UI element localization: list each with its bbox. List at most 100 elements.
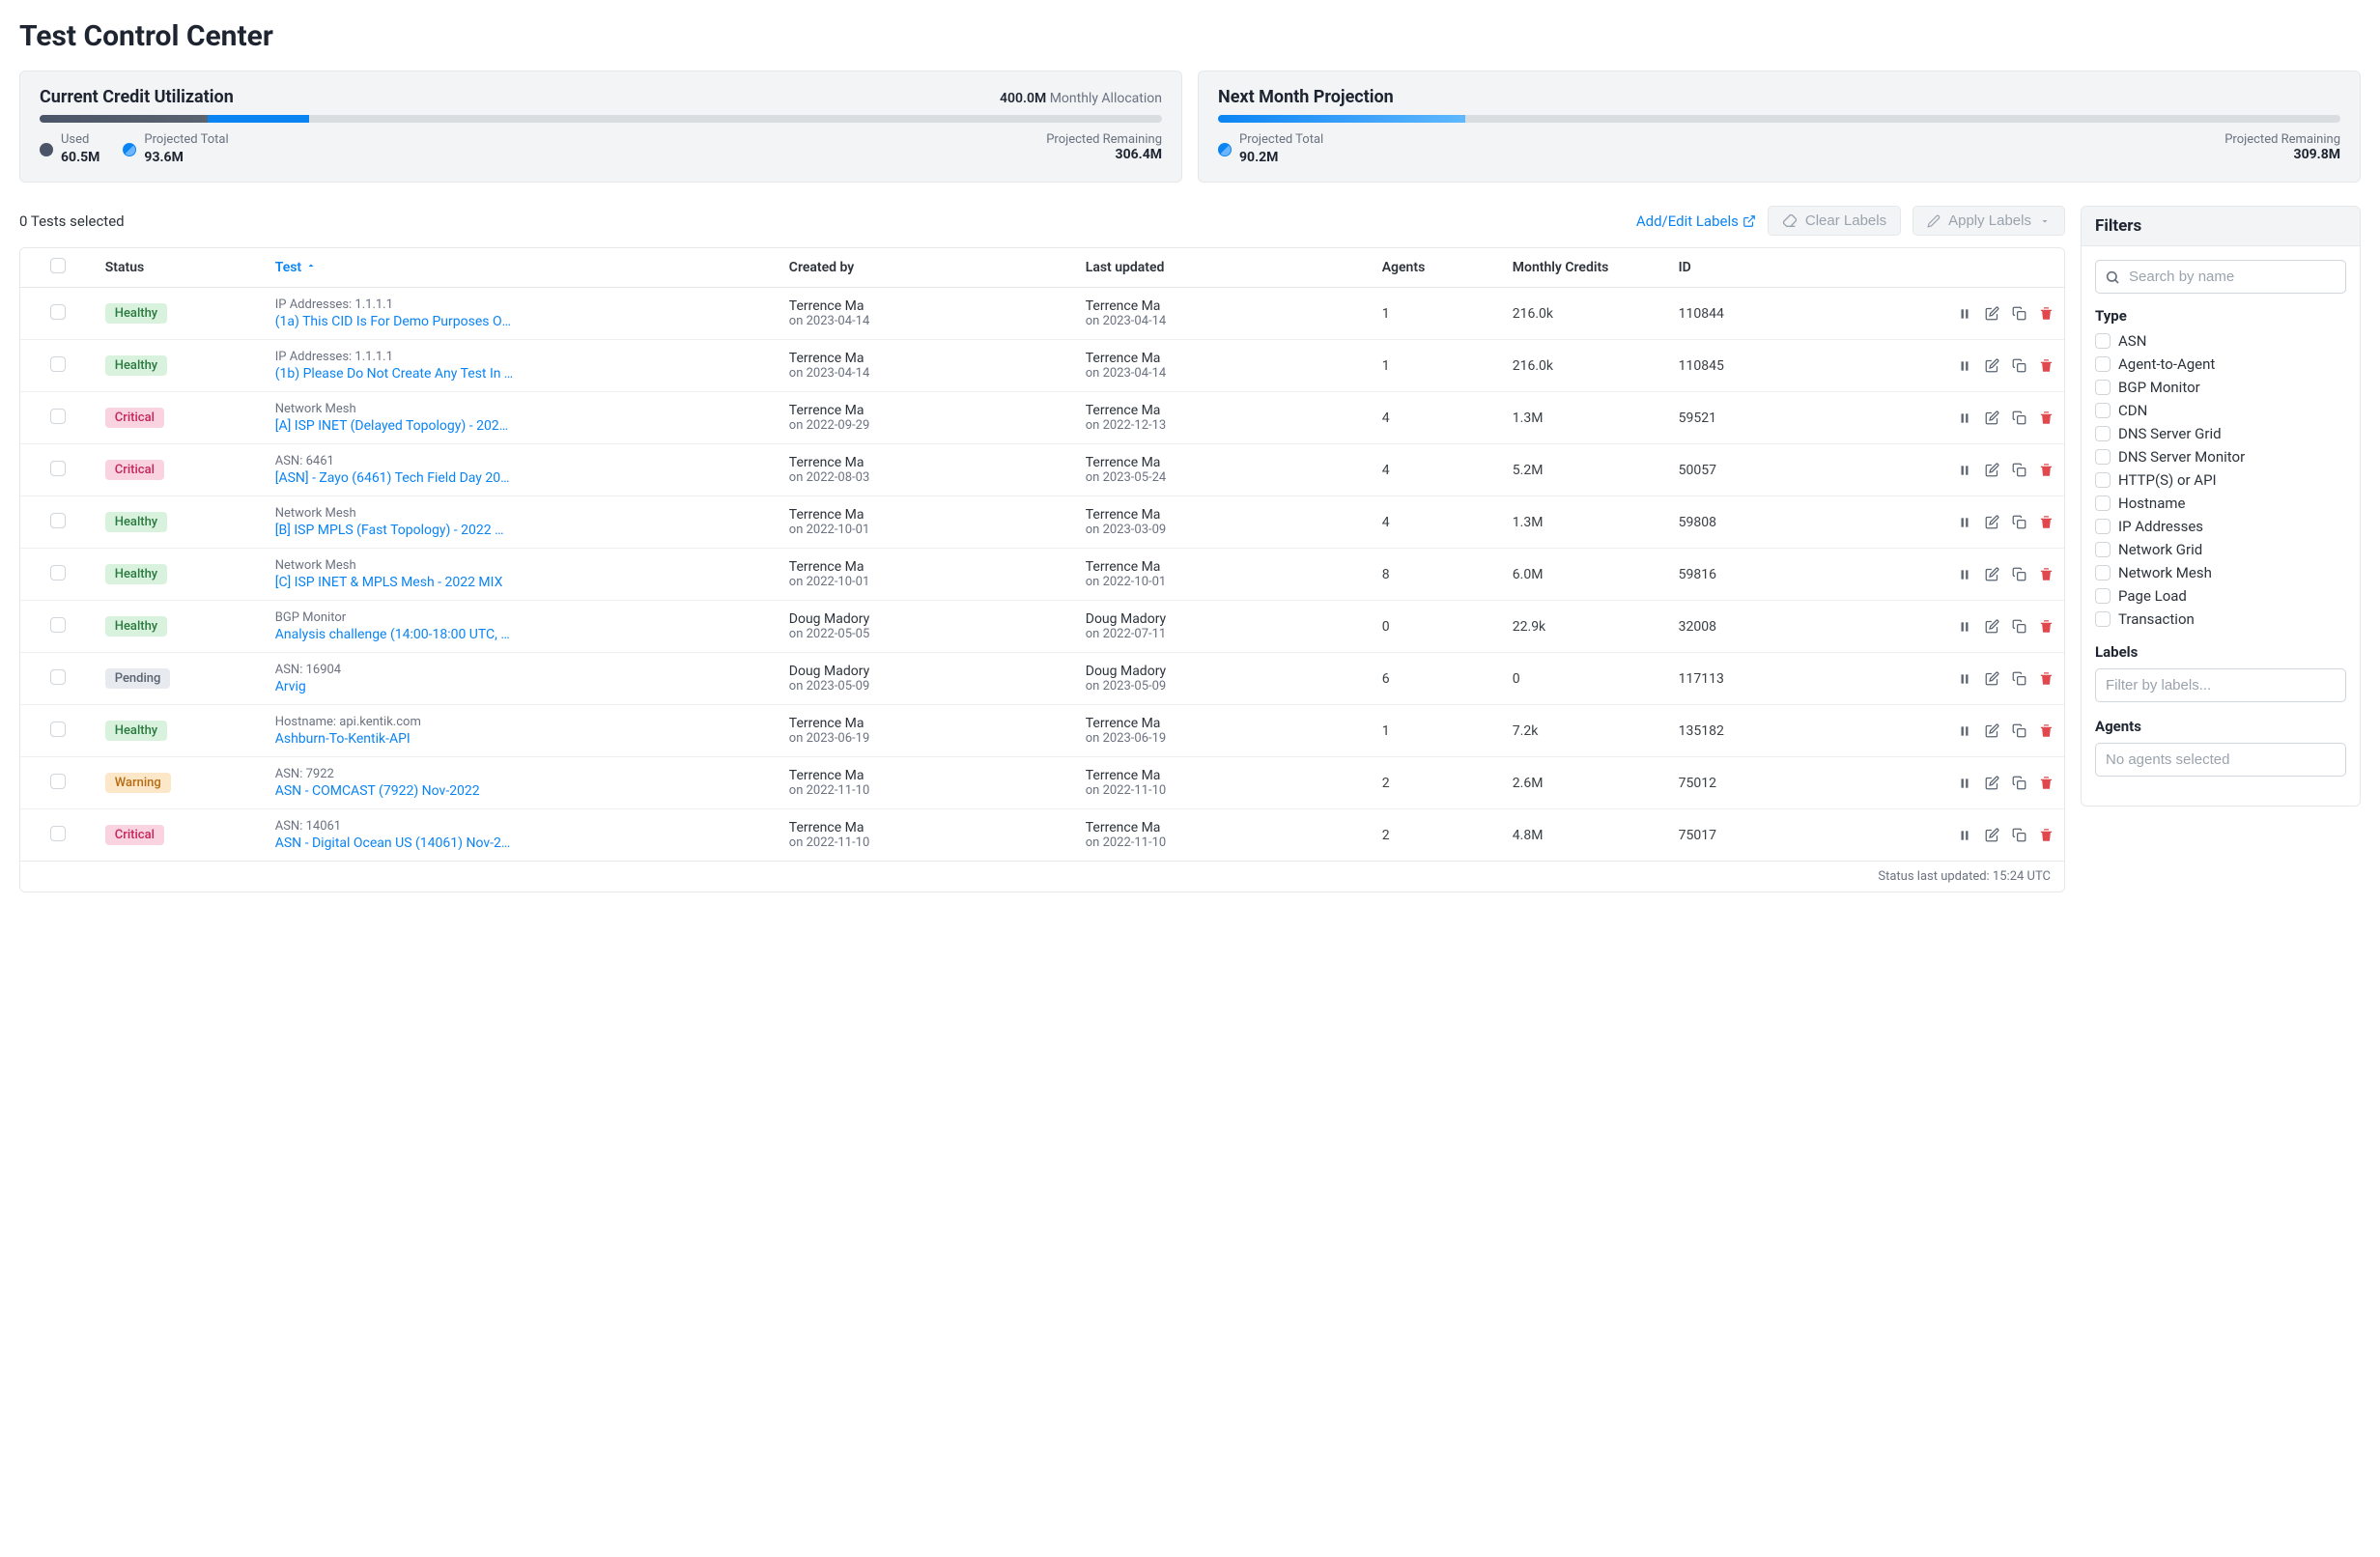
search-input[interactable] — [2095, 260, 2346, 294]
filter-checkbox[interactable] — [2095, 472, 2111, 488]
pause-icon[interactable] — [1956, 670, 1973, 688]
row-checkbox[interactable] — [50, 669, 66, 685]
filter-type-item[interactable]: BGP Monitor — [2095, 379, 2346, 396]
pause-icon[interactable] — [1956, 410, 1973, 427]
col-id[interactable]: ID — [1669, 248, 1828, 288]
edit-icon[interactable] — [1983, 618, 2000, 636]
filter-type-item[interactable]: IP Addresses — [2095, 518, 2346, 535]
copy-icon[interactable] — [2010, 410, 2027, 427]
test-link[interactable]: (1a) This CID Is For Demo Purposes Only — [275, 314, 515, 329]
filter-checkbox[interactable] — [2095, 449, 2111, 465]
test-link[interactable]: [ASN] - Zayo (6461) Tech Field Day 2022.… — [275, 470, 515, 486]
edit-icon[interactable] — [1983, 827, 2000, 844]
pause-icon[interactable] — [1956, 462, 1973, 479]
filter-type-item[interactable]: ASN — [2095, 332, 2346, 350]
trash-icon[interactable] — [2037, 827, 2054, 844]
test-link[interactable]: [A] ISP INET (Delayed Topology) - 2022 I… — [275, 418, 515, 434]
filter-checkbox[interactable] — [2095, 380, 2111, 395]
filter-checkbox[interactable] — [2095, 588, 2111, 604]
trash-icon[interactable] — [2037, 670, 2054, 688]
edit-icon[interactable] — [1983, 670, 2000, 688]
select-all-checkbox[interactable] — [50, 258, 66, 273]
filter-type-item[interactable]: Page Load — [2095, 587, 2346, 605]
edit-icon[interactable] — [1983, 722, 2000, 740]
filter-type-item[interactable]: HTTP(S) or API — [2095, 471, 2346, 489]
row-checkbox[interactable] — [50, 565, 66, 580]
pause-icon[interactable] — [1956, 775, 1973, 792]
add-edit-labels-link[interactable]: Add/Edit Labels — [1636, 212, 1756, 230]
row-checkbox[interactable] — [50, 774, 66, 789]
filter-checkbox[interactable] — [2095, 611, 2111, 627]
trash-icon[interactable] — [2037, 462, 2054, 479]
copy-icon[interactable] — [2010, 827, 2027, 844]
row-checkbox[interactable] — [50, 617, 66, 633]
clear-labels-button[interactable]: Clear Labels — [1768, 206, 1901, 236]
filter-checkbox[interactable] — [2095, 495, 2111, 511]
test-link[interactable]: Analysis challenge (14:00-18:00 UTC, 2..… — [275, 627, 515, 642]
filter-type-item[interactable]: Agent-to-Agent — [2095, 355, 2346, 373]
copy-icon[interactable] — [2010, 722, 2027, 740]
test-link[interactable]: [B] ISP MPLS (Fast Topology) - 2022 MPLS — [275, 523, 515, 538]
edit-icon[interactable] — [1983, 514, 2000, 531]
edit-icon[interactable] — [1983, 357, 2000, 375]
filter-checkbox[interactable] — [2095, 403, 2111, 418]
pause-icon[interactable] — [1956, 357, 1973, 375]
trash-icon[interactable] — [2037, 775, 2054, 792]
edit-icon[interactable] — [1983, 410, 2000, 427]
col-test[interactable]: Test — [266, 248, 779, 288]
filter-checkbox[interactable] — [2095, 519, 2111, 534]
apply-labels-button[interactable]: Apply Labels — [1912, 206, 2065, 236]
copy-icon[interactable] — [2010, 462, 2027, 479]
test-link[interactable]: ASN - Digital Ocean US (14061) Nov-2022 — [275, 835, 515, 851]
test-link[interactable]: Ashburn-To-Kentik-API — [275, 731, 515, 747]
copy-icon[interactable] — [2010, 670, 2027, 688]
copy-icon[interactable] — [2010, 357, 2027, 375]
copy-icon[interactable] — [2010, 514, 2027, 531]
test-link[interactable]: ASN - COMCAST (7922) Nov-2022 — [275, 783, 515, 799]
trash-icon[interactable] — [2037, 618, 2054, 636]
col-last-updated[interactable]: Last updated — [1076, 248, 1373, 288]
copy-icon[interactable] — [2010, 566, 2027, 583]
copy-icon[interactable] — [2010, 305, 2027, 323]
pause-icon[interactable] — [1956, 305, 1973, 323]
col-agents[interactable]: Agents — [1373, 248, 1503, 288]
labels-filter-input[interactable] — [2095, 668, 2346, 702]
test-link[interactable]: (1b) Please Do Not Create Any Test In T.… — [275, 366, 515, 382]
filter-checkbox[interactable] — [2095, 333, 2111, 349]
agents-filter-input[interactable] — [2095, 743, 2346, 777]
trash-icon[interactable] — [2037, 410, 2054, 427]
filter-type-item[interactable]: Network Grid — [2095, 541, 2346, 558]
filter-type-item[interactable]: Transaction — [2095, 610, 2346, 628]
test-link[interactable]: [C] ISP INET & MPLS Mesh - 2022 MIX — [275, 575, 515, 590]
col-created-by[interactable]: Created by — [779, 248, 1076, 288]
trash-icon[interactable] — [2037, 305, 2054, 323]
copy-icon[interactable] — [2010, 618, 2027, 636]
row-checkbox[interactable] — [50, 722, 66, 737]
edit-icon[interactable] — [1983, 305, 2000, 323]
pause-icon[interactable] — [1956, 514, 1973, 531]
edit-icon[interactable] — [1983, 775, 2000, 792]
copy-icon[interactable] — [2010, 775, 2027, 792]
row-checkbox[interactable] — [50, 356, 66, 372]
row-checkbox[interactable] — [50, 826, 66, 841]
filter-checkbox[interactable] — [2095, 356, 2111, 372]
filter-type-item[interactable]: DNS Server Monitor — [2095, 448, 2346, 466]
row-checkbox[interactable] — [50, 409, 66, 424]
filter-type-item[interactable]: CDN — [2095, 402, 2346, 419]
trash-icon[interactable] — [2037, 566, 2054, 583]
filter-checkbox[interactable] — [2095, 565, 2111, 580]
row-checkbox[interactable] — [50, 461, 66, 476]
row-checkbox[interactable] — [50, 304, 66, 320]
pause-icon[interactable] — [1956, 618, 1973, 636]
col-credits[interactable]: Monthly Credits — [1503, 248, 1669, 288]
row-checkbox[interactable] — [50, 513, 66, 528]
edit-icon[interactable] — [1983, 566, 2000, 583]
edit-icon[interactable] — [1983, 462, 2000, 479]
pause-icon[interactable] — [1956, 722, 1973, 740]
pause-icon[interactable] — [1956, 827, 1973, 844]
col-status[interactable]: Status — [96, 248, 266, 288]
pause-icon[interactable] — [1956, 566, 1973, 583]
test-link[interactable]: Arvig — [275, 679, 515, 694]
trash-icon[interactable] — [2037, 722, 2054, 740]
filter-checkbox[interactable] — [2095, 426, 2111, 441]
